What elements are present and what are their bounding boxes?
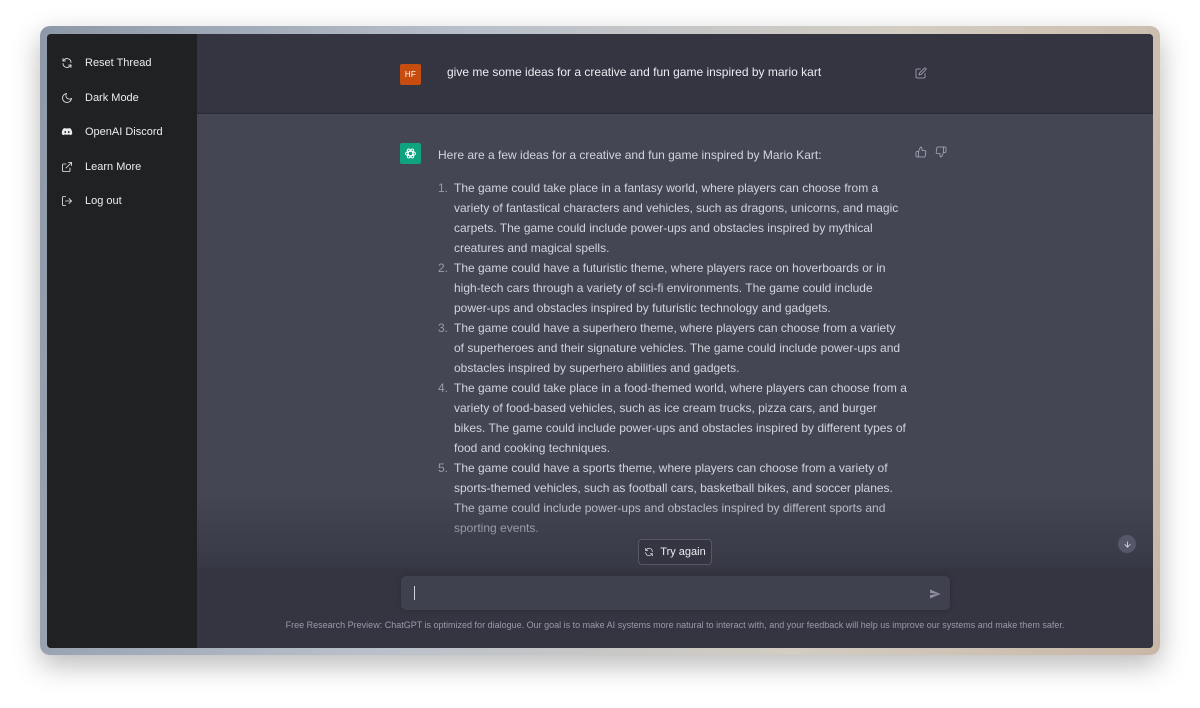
moon-icon [61,92,73,104]
scroll-to-bottom-button[interactable] [1118,535,1136,553]
list-item-text: The game could take place in a food-them… [454,381,907,455]
user-message-row: HF give me some ideas for a creative and… [197,34,1153,114]
list-item: 4. The game could take place in a food-th… [438,378,908,458]
arrow-down-icon [1124,541,1130,547]
message-input[interactable] [411,576,911,610]
list-number: 3. [437,321,448,335]
chat-app-window: Reset Thread Dark Mode OpenAI Discord Le… [47,34,1153,648]
sidebar-item-openai-discord[interactable]: OpenAI Discord [47,115,197,150]
user-message: give me some ideas for a creative and fu… [447,65,822,79]
sidebar-item-label: Dark Mode [85,91,139,104]
list-item-text: The game could have a superhero theme, w… [454,321,901,375]
discord-icon [61,126,73,138]
try-again-button[interactable]: Try again [638,539,712,565]
footer-disclaimer: Free Research Preview: ChatGPT is optimi… [285,620,1065,630]
composer-area: Free Research Preview: ChatGPT is optimi… [197,568,1153,648]
user-avatar: HF [400,64,421,85]
thumbs-up-icon[interactable] [915,145,927,158]
list-item: 3. The game could have a superhero theme,… [438,318,908,378]
list-item: 2. The game could have a futuristic theme… [438,258,908,318]
logout-icon [61,195,73,207]
list-number: 2. [437,261,448,275]
refresh-icon [61,57,73,69]
thumbs-down-icon[interactable] [935,145,947,158]
sidebar-item-dark-mode[interactable]: Dark Mode [47,81,197,116]
sidebar-item-log-out[interactable]: Log out [47,184,197,219]
sidebar-item-reset-thread[interactable]: Reset Thread [47,46,197,81]
sidebar-item-label: Learn More [85,160,142,173]
sidebar-item-learn-more[interactable]: Learn More [47,150,197,185]
list-item-text: The game could have a sports theme, wher… [454,461,893,535]
message-input-box [401,576,950,610]
refresh-icon [645,547,653,557]
sidebar-item-label: OpenAI Discord [85,126,163,139]
external-link-icon [61,161,73,173]
conversation-area: HF give me some ideas for a creative and… [197,34,1153,648]
assistant-intro: Here are a few ideas for a creative and … [438,148,822,162]
assistant-message-row: Here are a few ideas for a creative and … [197,114,1153,568]
edit-icon[interactable] [915,66,927,79]
openai-logo-icon [405,148,416,159]
assistant-message: Here are a few ideas for a creative and … [438,145,908,538]
try-again-label: Try again [660,546,706,558]
assistant-avatar [400,143,421,164]
idea-list: 1. The game could take place in a fantasy… [438,178,908,538]
list-item: 1. The game could take place in a fantasy… [438,178,908,258]
sidebar: Reset Thread Dark Mode OpenAI Discord Le… [47,34,197,648]
list-item-text: The game could have a futuristic theme, … [454,261,886,315]
list-number: 1. [437,181,448,195]
send-icon[interactable] [929,587,941,599]
sidebar-item-label: Log out [85,195,122,208]
list-item: 5. The game could have a sports theme, wh… [438,458,908,538]
sidebar-item-label: Reset Thread [85,57,152,70]
list-number: 4. [437,381,448,395]
list-number: 5. [437,461,448,475]
list-item-text: The game could take place in a fantasy w… [454,181,899,255]
